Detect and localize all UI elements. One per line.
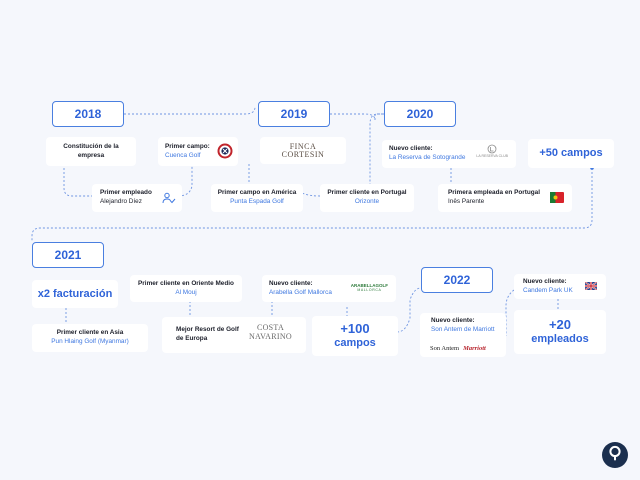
card-subtitle: Son Antem de Marriott [431,325,495,333]
son-antem-logo: Son Antem Marriott [430,345,486,354]
handshake-icon [162,192,176,208]
logo-text: Marriott [463,345,486,352]
finca-cortesin-logo-card: FINCA CORTESIN [260,137,346,164]
card-title: Constitución de la empresa [63,142,119,159]
year-badge-2019: 2019 [258,101,330,127]
card-primera-empleada-portugal: Primera empleada en Portugal Inês Parent… [438,184,572,212]
card-title: Primer campo: [165,142,210,150]
timeline-connectors [31,106,594,338]
card-subtitle: Pun Hlaing Golf (Myanmar) [51,338,129,345]
stat-20-empleados: +20 empleados [514,310,606,354]
logo-text: NAVARINO [248,331,292,341]
costa-navarino-logo: COSTA NAVARINO [248,323,292,342]
stat-50-campos: +50 campos [528,139,614,168]
card-subtitle: Punta Espada Golf [230,198,284,205]
logo-text: Son Antem [430,345,460,352]
stat-value: +100 [340,321,370,337]
year-badge-2022: 2022 [421,267,493,293]
stat-100-campos: +100 campos [312,316,398,356]
card-primer-cliente-asia: Primer cliente en Asia Pun Hlaing Golf (… [32,324,148,352]
card-subtitle: Cuenca Golf [165,151,201,159]
stat-x2-facturacion: x2 facturación [32,280,118,308]
card-subtitle: Candem Park UK [523,286,573,294]
card-primer-cliente-oriente: Primer cliente en Oriente Medio Al Mouj [130,275,242,302]
card-arabella: Nuevo cliente: Arabella Golf Mallorca AR… [262,275,396,302]
card-title: Primer cliente en Asia [56,329,124,337]
card-primer-cliente-portugal: Primer cliente en Portugal Orizonte [320,184,414,212]
card-title: Primera empleada en Portugal [448,189,540,197]
card-subtitle: Al Mouj [175,288,197,296]
card-reserva: Nuevo cliente: La Reserva de Sotogrande … [382,140,516,168]
card-title: Primer empleado [100,189,152,197]
card-title: Primer cliente en Oriente Medio [138,279,234,287]
card-candem: Nuevo cliente: Candem Park UK [514,274,606,299]
stat-value: +20 [548,317,572,333]
card-primer-empleado: Primer empleado Alejandro Díez [92,184,182,212]
uk-flag-icon [584,281,598,294]
card-primer-campo: Primer campo: Cuenca Golf [158,137,238,166]
stat-label: campos [334,337,376,350]
card-title: Mejor Resort de Golf de Europa [176,326,239,342]
card-title: Nuevo cliente: [389,145,433,153]
chat-icon [608,445,622,466]
logo-text: CORTESIN [281,149,325,159]
la-reserva-logo: LA RESERVA CLUB [476,144,508,159]
logo-text: LA RESERVA CLUB [476,154,508,158]
cuenca-golf-logo [217,143,233,163]
portugal-flag-icon [550,192,564,207]
card-title: Primer cliente en Portugal [327,189,407,197]
card-title: Nuevo cliente: [523,277,567,285]
card-title: Nuevo cliente: [431,317,475,324]
year-badge-2021: 2021 [32,242,104,268]
logo-text: MALLORCA [357,287,382,292]
stat-label: empleados [531,333,589,346]
card-mejor-resort: Mejor Resort de Golf de Europa COSTA NAV… [162,317,306,353]
card-son-antem: Nuevo cliente: Son Antem de Marriott Son… [420,313,506,357]
card-constitucion: Constitución de la empresa [46,137,136,166]
year-badge-2018: 2018 [52,101,124,127]
arabella-golf-logo: ARABELLAGOLF MALLORCA [351,283,388,293]
year-badge-2020: 2020 [384,101,456,127]
card-subtitle: Orizonte [354,198,380,205]
card-primer-campo-america: Primer campo en América Punta Espada Gol… [211,184,303,212]
timeline-canvas: 2018 2019 2020 2021 2022 Constitución de… [0,0,640,480]
card-subtitle: Arabella Golf Mallorca [269,288,332,296]
chat-button[interactable] [602,442,628,468]
card-title: Nuevo cliente: [269,279,313,287]
card-subtitle: Alejandro Díez [100,198,142,205]
card-subtitle: La Reserva de Sotogrande [389,154,466,161]
card-title: Primer campo en América [217,189,297,197]
card-subtitle: Inês Parente [448,198,485,205]
